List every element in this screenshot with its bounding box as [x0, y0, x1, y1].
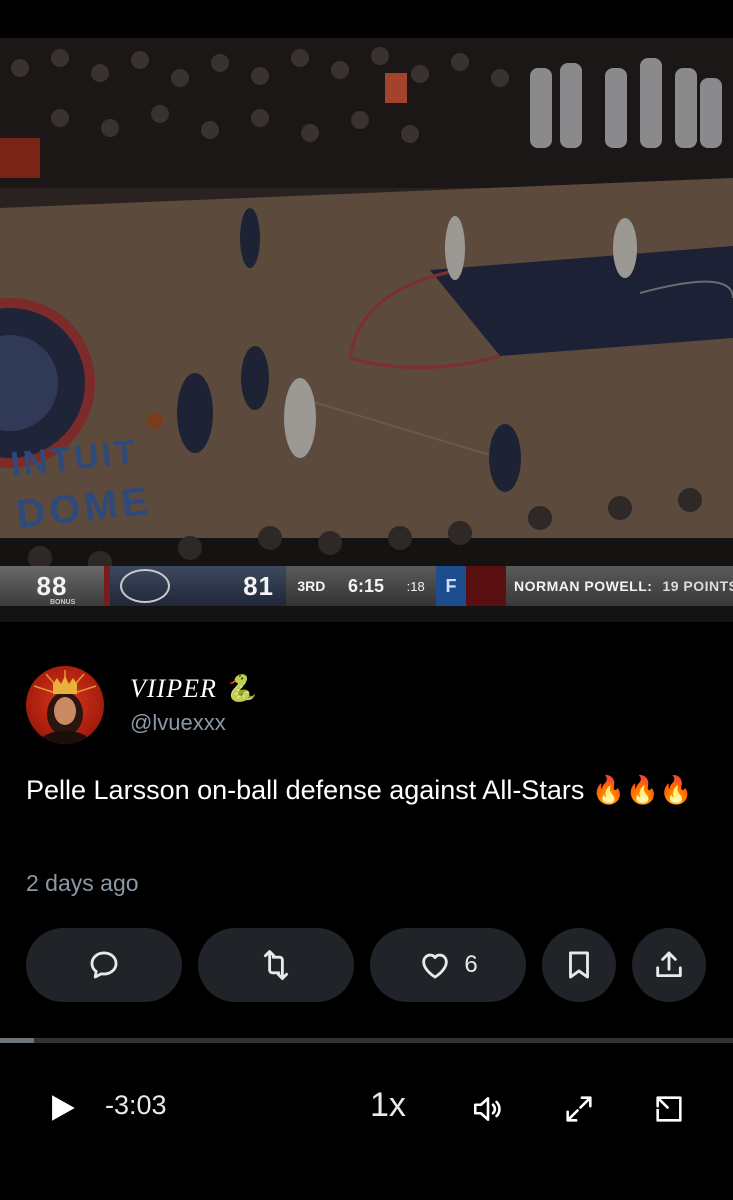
reply-button[interactable]: [26, 928, 182, 1002]
pip-button[interactable]: [650, 1090, 688, 1128]
player-stat-ticker: NORMAN POWELL: 19 POINTS: [506, 566, 733, 606]
time-remaining: -3:03: [105, 1090, 167, 1120]
home-score: 88: [36, 570, 68, 601]
fanduel-logo-icon: F: [436, 566, 466, 606]
share-icon: [656, 951, 682, 978]
avatar[interactable]: [26, 666, 104, 744]
volume-button[interactable]: [469, 1090, 507, 1128]
author-name[interactable]: VIIPER 🐍: [130, 674, 258, 704]
video-frame[interactable]: INTUIT DOME 88 BONUS 81 3RD 6:15 :18 F N…: [0, 38, 733, 622]
team-logo-icon: [120, 569, 170, 603]
game-clock-cell: 3RD 6:15 :18: [286, 566, 436, 606]
quarter-label: 3RD: [297, 578, 326, 594]
video-progress-bar[interactable]: [0, 1038, 733, 1043]
heat-logo-icon: [466, 566, 506, 606]
volume-icon: [473, 1097, 501, 1121]
share-button[interactable]: [632, 928, 706, 1002]
bookmark-icon: [569, 951, 589, 979]
fullscreen-button[interactable]: [560, 1090, 598, 1128]
repost-icon: [263, 950, 289, 980]
play-button[interactable]: [44, 1090, 80, 1126]
play-icon: [52, 1095, 75, 1121]
playback-speed-button[interactable]: 1x: [370, 1086, 406, 1125]
scoreboard: 88 BONUS 81 3RD 6:15 :18 F NORMAN POWELL…: [0, 566, 733, 606]
video-progress-fill: [0, 1038, 35, 1043]
reply-icon: [90, 951, 118, 979]
expand-icon: [566, 1096, 592, 1122]
heart-icon: [422, 953, 449, 979]
bonus-label: BONUS: [50, 599, 76, 606]
timestamp[interactable]: 2 days ago: [26, 870, 139, 897]
like-button[interactable]: 6: [370, 928, 526, 1002]
player-name: NORMAN POWELL:: [514, 578, 653, 594]
away-score: 81: [243, 570, 274, 601]
home-score-cell: 88 BONUS: [0, 566, 104, 606]
bookmark-button[interactable]: [542, 928, 616, 1002]
author-handle[interactable]: @lvuexxx: [130, 710, 226, 736]
picture-in-picture-icon: [656, 1096, 682, 1122]
player-points: 19 POINTS: [662, 578, 733, 594]
shot-clock: :18: [406, 578, 425, 594]
like-count: 6: [464, 951, 478, 978]
avatar-image: [33, 670, 97, 744]
repost-button[interactable]: [198, 928, 354, 1002]
away-score-cell: 81: [110, 566, 286, 606]
game-clock: 6:15: [347, 575, 384, 596]
tweet-text: Pelle Larsson on-ball defense against Al…: [26, 775, 693, 805]
video-image: INTUIT DOME: [0, 38, 733, 622]
